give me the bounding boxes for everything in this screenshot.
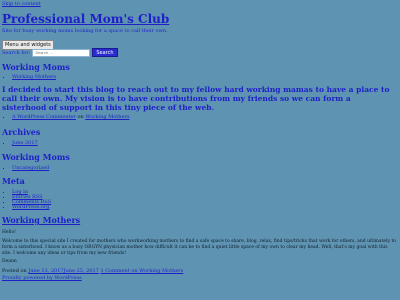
search-form: Search for: Search: [2, 48, 118, 57]
site-tagline: Site for busy working moms looking for a…: [2, 28, 168, 34]
search-input[interactable]: [32, 48, 91, 57]
recent-post-link[interactable]: Working Mothers: [12, 74, 56, 80]
comment-author-link[interactable]: A WordPress Commenter: [12, 114, 76, 120]
post-body: Welcome to this special site I created f…: [2, 239, 397, 256]
post-greeting: Hello!: [2, 230, 16, 235]
widget-title-working-moms: Working Moms: [2, 62, 70, 72]
list-item: Working Mothers: [12, 75, 56, 80]
post-signature: Deann: [2, 259, 17, 264]
widget-title-meta: Meta: [2, 176, 25, 186]
comments-link[interactable]: 1 Comment on Working Mothers: [100, 268, 183, 274]
site-title-link[interactable]: Professional Mom's Club: [2, 12, 169, 26]
posted-on-label: Posted on: [2, 268, 27, 274]
comment-post-link[interactable]: Working Mothers: [85, 114, 129, 120]
list-item: Uncategorized: [12, 166, 49, 171]
list-item: WordPress.org: [12, 205, 51, 210]
recent-posts-list: Working Mothers: [12, 75, 56, 80]
powered-by-link[interactable]: Proudly powered by WordPress: [2, 275, 82, 281]
meta-list: Log in Entries RSS Comments RSS WordPres…: [12, 190, 51, 210]
categories-list: Uncategorized: [12, 166, 49, 171]
search-label: Search for:: [2, 49, 31, 56]
post-meta: Posted on June 13, 2017June 25, 2017 1 C…: [2, 268, 183, 274]
post-date-published: June 13, 2017: [28, 268, 64, 274]
post-date-link[interactable]: June 13, 2017June 25, 2017: [28, 268, 99, 274]
site-footer: Proudly powered by WordPress: [2, 275, 82, 281]
post-title-link[interactable]: Working Mothers: [2, 215, 80, 225]
search-button[interactable]: Search: [92, 48, 118, 57]
post-title: Working Mothers: [2, 215, 80, 225]
recent-comments-list: A WordPress Commenter on Working Mothers: [12, 115, 129, 120]
archive-link[interactable]: June 2017: [12, 140, 38, 146]
post-date-updated: June 25, 2017: [63, 268, 99, 274]
archives-list: June 2017: [12, 141, 38, 146]
site-title: Professional Mom's Club: [2, 12, 169, 26]
widget-title-archives: Archives: [2, 127, 41, 137]
byline-on-text: on: [77, 114, 84, 120]
wordpress-org-link[interactable]: WordPress.org: [12, 204, 49, 210]
skip-to-content-link[interactable]: Skip to content: [2, 1, 41, 7]
intro-text: I decided to start this blog to reach ou…: [2, 85, 390, 112]
category-link[interactable]: Uncategorized: [12, 165, 49, 171]
list-item: A WordPress Commenter on Working Mothers: [12, 115, 129, 120]
list-item: June 2017: [12, 141, 38, 146]
widget-title-categories: Working Moms: [2, 152, 70, 162]
